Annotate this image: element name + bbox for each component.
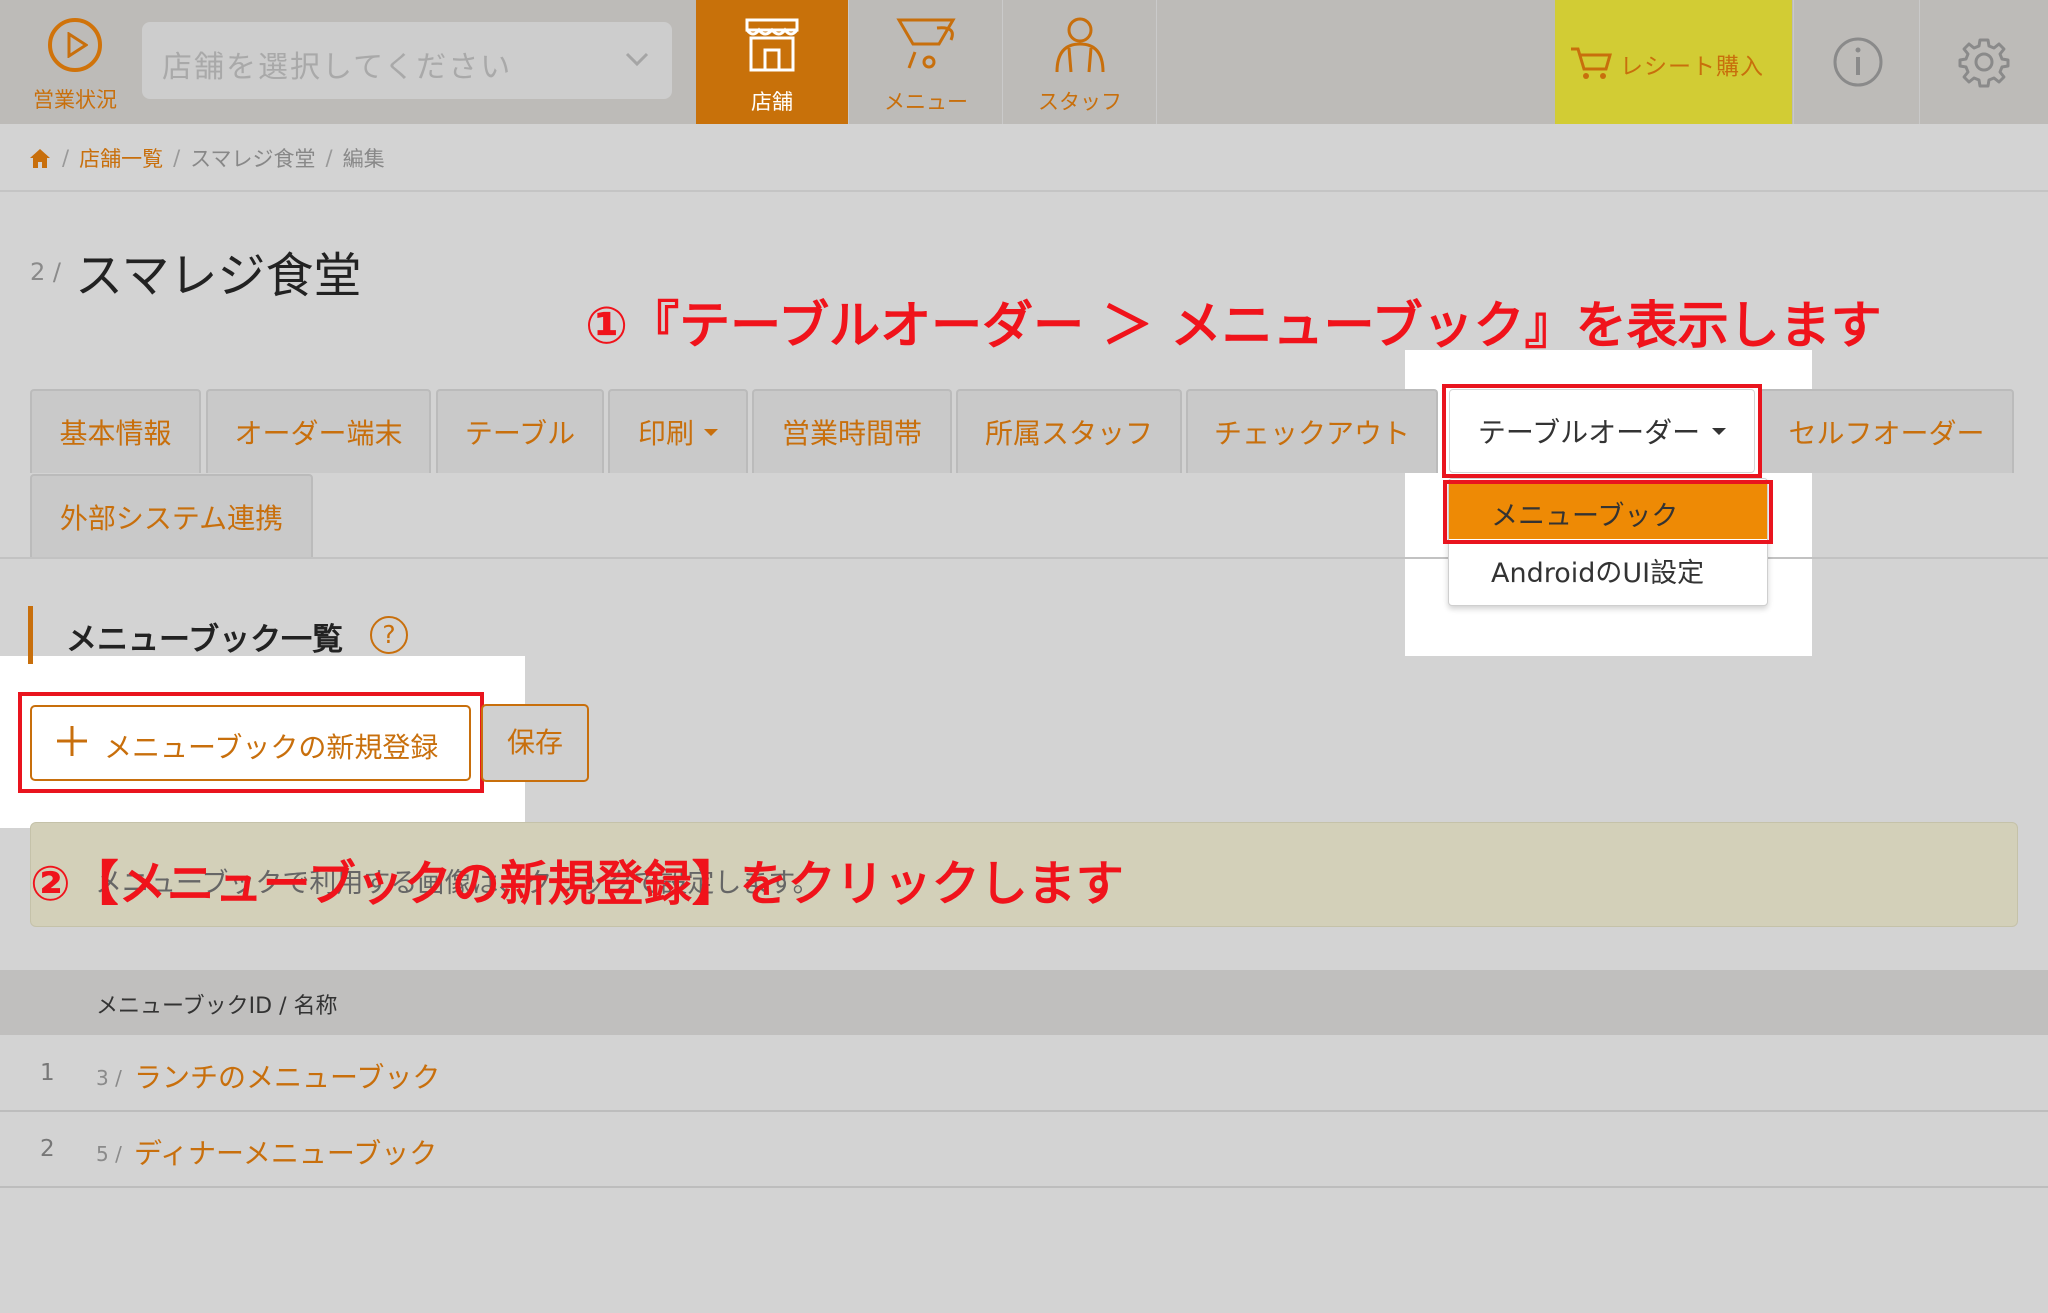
- nav-tab-staff-label: スタッフ: [1038, 90, 1122, 114]
- business-status-label: 営業状況: [33, 88, 117, 112]
- help-icon[interactable]: ?: [370, 616, 408, 654]
- home-icon[interactable]: [28, 147, 52, 169]
- nav-tab-staff[interactable]: スタッフ: [1004, 0, 1157, 124]
- tab-staff-label: 所属スタッフ: [984, 417, 1153, 450]
- table-row: 2 5 / ディナーメニューブック: [0, 1112, 2048, 1188]
- store-select[interactable]: 店舗を選択してください: [142, 22, 672, 99]
- store-icon: [745, 18, 799, 72]
- nav-tab-menu-label: メニュー: [884, 90, 968, 114]
- tab-self-order[interactable]: セルフオーダー: [1759, 389, 2014, 473]
- row-name-link[interactable]: ディナーメニューブック: [134, 1132, 437, 1172]
- tab-checkout[interactable]: チェックアウト: [1186, 389, 1438, 473]
- section-title: メニューブック一覧: [66, 622, 344, 658]
- gear-icon: [1958, 38, 2010, 88]
- highlight-box-menubook-item: [1443, 480, 1773, 544]
- page-title: スマレジ食堂: [75, 248, 362, 304]
- breadcrumb-edit: 編集: [342, 147, 385, 171]
- receipt-purchase-label: レシート購入: [1620, 54, 1764, 80]
- menu-cup-icon: [896, 18, 956, 69]
- divider: [0, 190, 2048, 192]
- info-button[interactable]: [1793, 0, 1918, 124]
- tab-table[interactable]: テーブル: [436, 389, 604, 473]
- highlight-box-table-order-tab: [1442, 384, 1762, 478]
- staff-icon: [1055, 17, 1105, 73]
- info-icon: [1833, 37, 1883, 87]
- nav-tab-menu[interactable]: メニュー: [850, 0, 1003, 124]
- receipt-purchase-button[interactable]: レシート購入: [1555, 0, 1792, 124]
- tab-checkout-label: チェックアウト: [1213, 417, 1410, 450]
- chevron-down-icon: [625, 52, 649, 67]
- table-header-label: メニューブックID / 名称: [96, 994, 338, 1019]
- nav-tab-store-label: 店舗: [751, 90, 793, 114]
- settings-button[interactable]: [1919, 0, 2048, 124]
- tab-order-terminal-label: オーダー端末: [234, 417, 403, 450]
- highlight-box-new-button: [18, 692, 484, 793]
- breadcrumb-store-list[interactable]: 店舗一覧: [79, 143, 163, 173]
- dropdown-item-android-ui-label: AndroidのUI設定: [1491, 558, 1705, 589]
- store-select-placeholder: 店舗を選択してください: [162, 50, 513, 85]
- top-nav: 営業状況 店舗を選択してください 店舗 メニュー スタッフ レシート購入: [0, 0, 2048, 124]
- tab-table-label: テーブル: [464, 417, 576, 450]
- nav-tab-store[interactable]: 店舗: [696, 0, 849, 124]
- dropdown-item-android-ui[interactable]: AndroidのUI設定: [1449, 543, 1767, 599]
- annotation-step2: ②【メニューブックの新規登録】をクリックします: [30, 856, 1124, 912]
- breadcrumb: / 店舗一覧 / スマレジ食堂 / 編集: [28, 143, 385, 173]
- table-row: 1 3 / ランチのメニューブック: [0, 1036, 2048, 1112]
- tab-staff[interactable]: 所属スタッフ: [956, 389, 1182, 473]
- row-id: 5 /: [96, 1142, 122, 1166]
- row-number: 1: [40, 1060, 55, 1086]
- page-id: 2 /: [30, 258, 61, 286]
- save-button[interactable]: 保存: [481, 704, 589, 782]
- breadcrumb-store: スマレジ食堂: [190, 147, 316, 171]
- caret-down-icon: [704, 428, 718, 436]
- tab-business-hours[interactable]: 営業時間帯: [752, 389, 952, 473]
- row-id: 3 /: [96, 1066, 122, 1090]
- tab-basic-info-label: 基本情報: [59, 417, 172, 450]
- section-accent-bar: [28, 606, 33, 664]
- business-status-button[interactable]: 営業状況: [0, 0, 140, 124]
- annotation-step1: ①『テーブルオーダー ＞ メニューブック』を表示します: [585, 297, 1882, 356]
- tab-self-order-label: セルフオーダー: [1788, 417, 1985, 450]
- tab-order-terminal[interactable]: オーダー端末: [206, 389, 431, 473]
- row-number: 2: [40, 1136, 55, 1162]
- row-name-link[interactable]: ランチのメニューブック: [134, 1056, 440, 1096]
- tab-basic-info[interactable]: 基本情報: [30, 389, 201, 473]
- tab-print-label: 印刷: [637, 417, 694, 450]
- tab-external-system[interactable]: 外部システム連携: [30, 474, 313, 558]
- table-header: メニューブックID / 名称: [0, 970, 2048, 1035]
- tab-business-hours-label: 営業時間帯: [781, 417, 922, 450]
- play-triangle: [67, 32, 88, 58]
- cart-icon: [1571, 47, 1612, 79]
- tab-external-system-label: 外部システム連携: [59, 502, 284, 535]
- tab-print[interactable]: 印刷: [608, 389, 748, 473]
